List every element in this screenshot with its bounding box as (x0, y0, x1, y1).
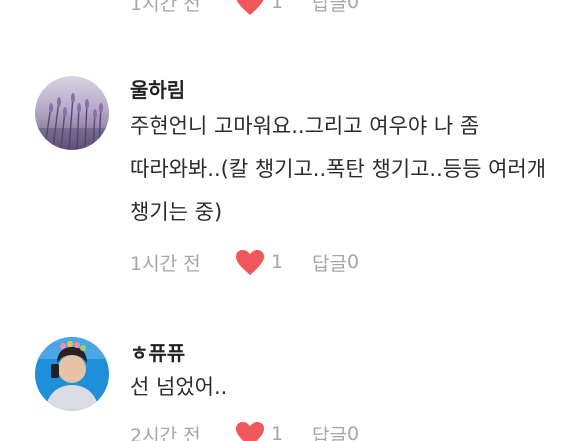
reply-button[interactable]: 답글 0 (312, 249, 359, 276)
comment-author[interactable]: 울하림 (130, 74, 185, 103)
like-count: 1 (271, 251, 284, 273)
reply-button[interactable]: 답글 0 (312, 0, 359, 16)
reply-count: 0 (346, 423, 360, 441)
comment-line: 따라와봐..(칼 챙기고..폭탄 챙기고..등등 여러개 (130, 157, 547, 181)
like-count: 1 (271, 0, 284, 13)
comment-time: 2시간 전 (130, 424, 201, 441)
comment-meta: 1시간 전 1 답글 0 (130, 247, 359, 277)
comment-line: 주현언니 고마워요..그리고 여우야 나 좀 (130, 114, 480, 138)
comment-line: 선 넘었어.. (130, 375, 228, 399)
reply-label: 답글 (312, 424, 347, 441)
comment-list: 1시간 전 1 답글 0 울하림 주현언니 고마워요..그리고 여우야 나 좀 … (0, 0, 588, 441)
like-button[interactable]: 1 (235, 0, 312, 16)
like-count: 1 (271, 423, 284, 441)
comment-time: 1시간 전 (130, 252, 201, 275)
heart-icon (236, 249, 264, 275)
reply-button[interactable]: 답글 0 (312, 421, 359, 441)
reply-label: 답글 (312, 252, 347, 275)
heart-icon (236, 421, 264, 441)
comment-time: 1시간 전 (130, 0, 201, 15)
person-photo-avatar[interactable] (35, 337, 109, 411)
comment-meta: 2시간 전 1 답글 0 (130, 419, 359, 441)
reply-count: 0 (346, 251, 360, 273)
comment-body: 주현언니 고마워요..그리고 여우야 나 좀 따라와봐..(칼 챙기고..폭탄 … (130, 105, 580, 234)
like-button[interactable]: 1 (235, 421, 312, 441)
lavender-field-avatar[interactable] (35, 76, 109, 150)
comment-body: 선 넘었어.. (130, 366, 580, 409)
comment-line: 챙기는 중) (130, 200, 223, 224)
reply-count: 0 (346, 0, 360, 13)
comment-author[interactable]: ㅎ퓨퓨 (130, 337, 185, 366)
comment-meta: 1시간 전 1 답글 0 (130, 0, 359, 17)
like-button[interactable]: 1 (235, 249, 312, 276)
heart-icon (236, 0, 264, 15)
reply-label: 답글 (312, 0, 347, 15)
